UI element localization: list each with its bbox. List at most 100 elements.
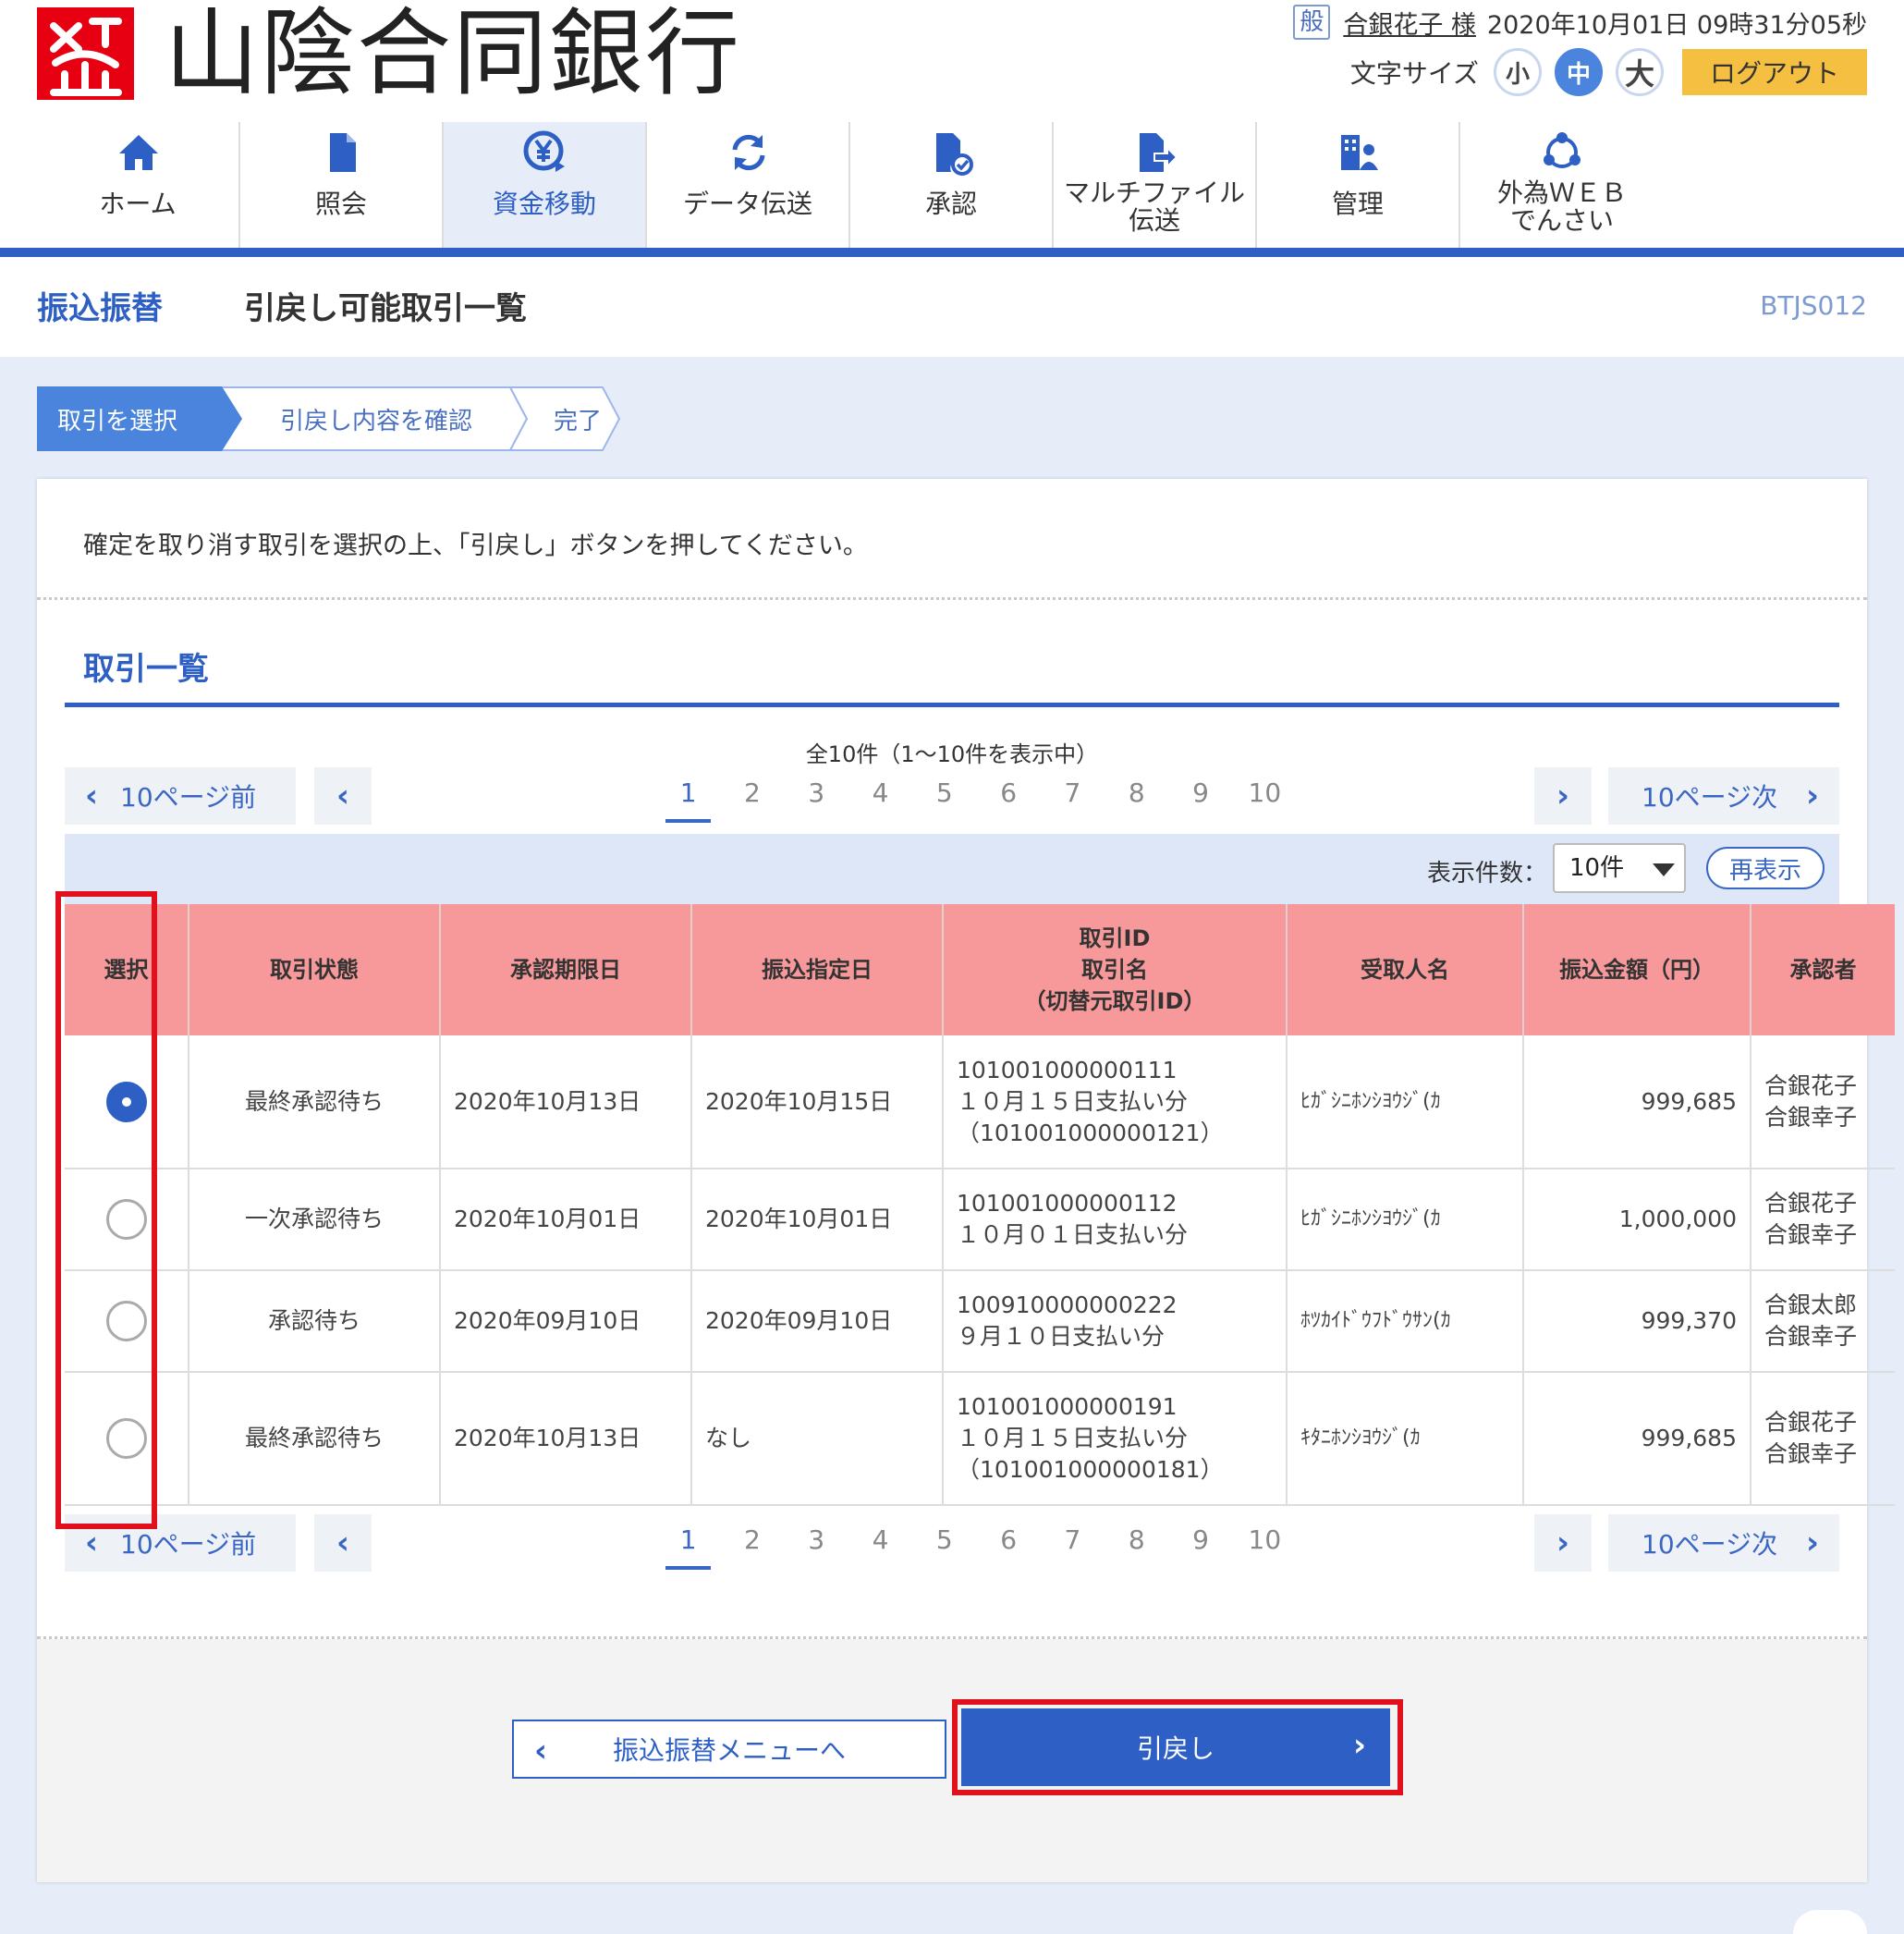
nav-item-home[interactable]: ホーム — [37, 122, 240, 248]
page-number[interactable]: 3 — [785, 1514, 848, 1572]
logout-button[interactable]: ログアウト — [1682, 49, 1867, 95]
main-panel: 確定を取り消す取引を選択の上、「引戻し」ボタンを押してください。 取引一覧 全1… — [37, 479, 1895, 1882]
chevron-left-icon: ‹ — [336, 777, 349, 814]
approver-name: 合銀幸子 — [1764, 1440, 1858, 1467]
approver-cell: 合銀花子 合銀幸子 — [1751, 1372, 1895, 1506]
transaction-id: 101001000000111 — [957, 1056, 1178, 1083]
page-number[interactable]: 5 — [912, 1514, 976, 1572]
transaction-id: 101001000000112 — [957, 1190, 1178, 1217]
next-10-pages-button[interactable]: 10ページ次 › — [1608, 1514, 1839, 1572]
page-number[interactable]: 7 — [1041, 767, 1105, 825]
transaction-id-cell: 101001000000112 １０月０１日支払い分 — [943, 1169, 1288, 1271]
nav-label-home: ホーム — [99, 189, 177, 219]
font-size-small-button[interactable]: 小 — [1494, 48, 1542, 96]
page-number[interactable]: 10 — [1233, 767, 1297, 825]
nav-item-transfer[interactable]: 資金移動 — [444, 122, 647, 248]
transaction-name: １０月１５日支払い分 — [957, 1425, 1189, 1451]
nav-item-fx-densai[interactable]: 外為ＷＥＢ でんさい — [1460, 122, 1664, 248]
result-count: 全10件（1～10件を表示中） — [805, 741, 1099, 767]
user-info: 般 合銀花子 様 2020年10月01日 09時31分05秒 — [1293, 5, 1867, 41]
approver-cell: 合銀花子 合銀幸子 — [1751, 1035, 1895, 1169]
page-number[interactable]: 6 — [976, 767, 1040, 825]
network-icon — [1544, 132, 1581, 168]
nav-label-fx-line2: でんさい — [1509, 205, 1614, 236]
list-heading-underline — [65, 703, 1839, 707]
chevron-left-icon: ‹ — [85, 777, 99, 814]
scroll-to-top-button[interactable] — [1793, 1910, 1867, 1934]
status-cell: 最終承認待ち — [189, 1372, 441, 1506]
page-number[interactable]: 4 — [848, 767, 912, 825]
nav-item-multifile[interactable]: マルチファイル 伝送 — [1054, 122, 1257, 248]
back-to-transfer-menu-button[interactable]: ‹ 振込振替メニューへ — [512, 1720, 946, 1779]
page-number[interactable]: 6 — [976, 1514, 1040, 1572]
nav-label-transfer: 資金移動 — [492, 189, 596, 219]
redisplay-button[interactable]: 再表示 — [1706, 847, 1825, 889]
chevron-left-icon: ‹ — [85, 1524, 99, 1561]
chevron-right-icon: › — [1805, 1524, 1819, 1561]
display-count-select[interactable]: 10件 — [1553, 843, 1686, 893]
prev-10-pages-button[interactable]: ‹ 10ページ前 — [65, 767, 296, 825]
page-number[interactable]: 9 — [1168, 1514, 1232, 1572]
column-header-approval-deadline: 承認期限日 — [440, 904, 692, 1035]
page-number[interactable]: 9 — [1168, 767, 1232, 825]
transfer-date-cell: 2020年10月15日 — [691, 1035, 944, 1169]
nav-item-inquiry[interactable]: 照会 — [240, 122, 444, 248]
page-number[interactable]: 8 — [1105, 1514, 1168, 1572]
nav-label-fx-line1: 外為ＷＥＢ — [1496, 177, 1627, 208]
select-column-highlight — [55, 891, 157, 1529]
transaction-name: １０月１５日支払い分 — [957, 1087, 1189, 1115]
page-number[interactable]: 5 — [912, 767, 976, 825]
page-number[interactable]: 8 — [1105, 767, 1168, 825]
bank-logo-icon — [37, 7, 134, 100]
prev-10-pages-label: 10ページ前 — [120, 1529, 257, 1560]
transfer-date-cell: 2020年09月10日 — [691, 1270, 944, 1373]
approval-deadline-cell: 2020年10月13日 — [440, 1035, 692, 1169]
page-number[interactable]: 2 — [720, 1514, 784, 1572]
font-size-large-button[interactable]: 大 — [1616, 48, 1664, 96]
font-size-medium-button[interactable]: 中 — [1555, 48, 1603, 96]
transfer-date-cell: なし — [691, 1372, 944, 1506]
column-header-amount: 振込金額（円） — [1523, 904, 1751, 1035]
page-number[interactable]: 7 — [1041, 1514, 1105, 1572]
file-transfer-icon — [1140, 133, 1178, 172]
column-header-transaction-id: 取引ID 取引名 （切替元取引ID） — [943, 904, 1288, 1035]
pager-bottom: ‹ 10ページ前 ‹ 1 2 3 4 5 6 7 8 9 10 › 10ページ次… — [65, 1514, 1839, 1572]
login-datetime: 2020年10月01日 09時31分05秒 — [1486, 10, 1867, 40]
approver-name: 合銀花子 — [1764, 1190, 1858, 1217]
page-number[interactable]: 4 — [848, 1514, 912, 1572]
display-controls: 表示件数： 10件 再表示 — [65, 834, 1839, 904]
page-number[interactable]: 1 — [656, 1514, 720, 1572]
original-transaction-id: （101001000000181） — [957, 1456, 1224, 1483]
page-number[interactable]: 10 — [1233, 1514, 1297, 1572]
section-title: 振込振替 — [37, 290, 163, 327]
status-cell: 一次承認待ち — [189, 1169, 441, 1271]
caret-down-icon — [1653, 863, 1675, 876]
approver-name: 合銀幸子 — [1764, 1103, 1858, 1131]
prev-page-button[interactable]: ‹ — [314, 1514, 372, 1572]
approval-deadline-cell: 2020年09月10日 — [440, 1270, 692, 1373]
nav-item-admin[interactable]: 管理 — [1257, 122, 1460, 248]
column-header-transfer-date: 振込指定日 — [691, 904, 944, 1035]
transaction-id-cell: 101001000000191 １０月１５日支払い分 （101001000000… — [943, 1372, 1288, 1506]
chevron-right-icon: › — [1556, 1524, 1569, 1561]
nav-label-inquiry: 照会 — [314, 189, 367, 219]
nav-item-approval[interactable]: 承認 — [850, 122, 1054, 248]
payee-cell: ﾎﾂｶｲﾄﾞｳﾌﾄﾞｳｻﾝ(ｶ — [1287, 1270, 1524, 1373]
nav-item-data-transmission[interactable]: データ伝送 — [647, 122, 850, 248]
approver-cell: 合銀花子 合銀幸子 — [1751, 1169, 1895, 1271]
page-number[interactable]: 1 — [656, 767, 720, 825]
nav-underline — [0, 248, 1904, 257]
page-number[interactable]: 3 — [785, 767, 848, 825]
user-name-link[interactable]: 合銀花子 様 — [1343, 5, 1476, 41]
next-page-button[interactable]: › — [1534, 767, 1592, 825]
table-row: 最終承認待ち 2020年10月13日 なし 101001000000191 １０… — [65, 1372, 1895, 1506]
page-number[interactable]: 2 — [720, 767, 784, 825]
transaction-id: 101001000000191 — [957, 1393, 1178, 1420]
next-10-pages-button[interactable]: 10ページ次 › — [1608, 767, 1839, 825]
prev-page-button[interactable]: ‹ — [314, 767, 372, 825]
page-numbers: 1 2 3 4 5 6 7 8 9 10 — [656, 1514, 1297, 1572]
global-nav: ホーム 照会 資金移動 データ伝送 承認 マルチファイル 伝送 管理 外為ＷＥＢ… — [37, 122, 1867, 248]
approver-name: 合銀花子 — [1764, 1071, 1858, 1099]
next-page-button[interactable]: › — [1534, 1514, 1592, 1572]
column-header-approver: 承認者 — [1751, 904, 1895, 1035]
